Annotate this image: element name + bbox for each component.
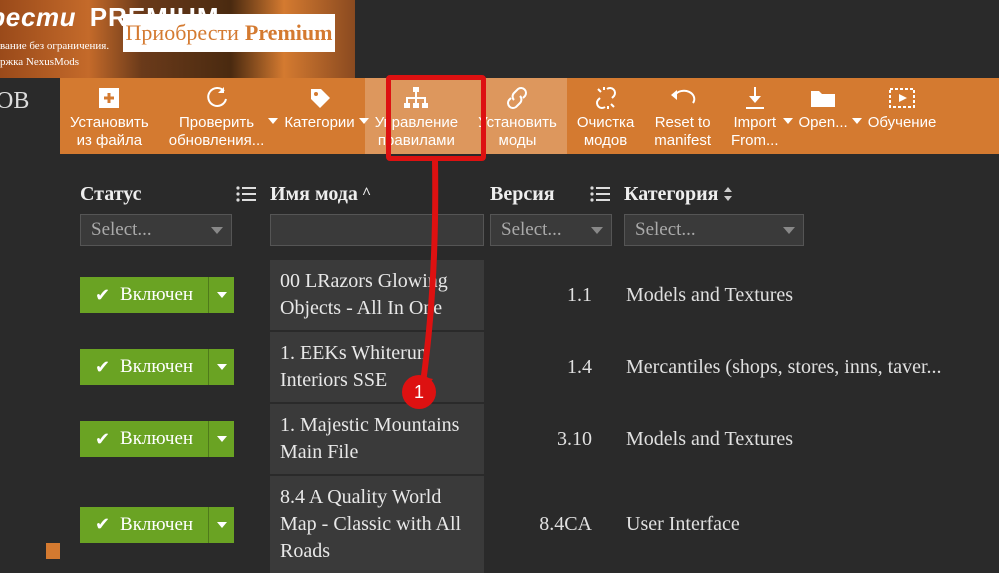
tag-icon bbox=[307, 84, 333, 112]
table-row: ✔Включен 00 LRazors Glowing Objects - All… bbox=[80, 260, 999, 330]
toolbar-reset-manifest[interactable]: Reset tomanifest bbox=[644, 78, 721, 154]
sidebar-fragment: ОВ bbox=[0, 78, 60, 138]
folder-icon bbox=[809, 84, 837, 112]
mod-version-cell: 1.4 bbox=[484, 356, 618, 379]
toolbar-install-file[interactable]: Установитьиз файла bbox=[60, 78, 159, 154]
toolbar-categories[interactable]: Категории bbox=[274, 78, 364, 154]
toolbar-check-updates[interactable]: Проверитьобновления... bbox=[159, 78, 275, 154]
mod-name-cell[interactable]: 8.4 A Quality World Map - Classic with A… bbox=[270, 476, 484, 573]
check-icon: ✔ bbox=[95, 514, 110, 535]
banner-subtitle-1: вание без ограничения. bbox=[0, 40, 109, 52]
sort-both-icon bbox=[722, 185, 734, 203]
video-icon bbox=[888, 84, 916, 112]
toolbar-tutorial[interactable]: Обучение bbox=[858, 78, 947, 154]
column-header-version[interactable]: Версия bbox=[490, 183, 624, 206]
download-icon bbox=[743, 84, 767, 112]
mod-category-cell: Models and Textures bbox=[618, 284, 999, 307]
mod-version-cell: 1.1 bbox=[484, 284, 618, 307]
toolbar-label: Категории bbox=[284, 114, 354, 132]
toolbar-install-mods[interactable]: Установитьмоды bbox=[468, 78, 567, 154]
status-toggle[interactable]: ✔Включен bbox=[80, 277, 234, 313]
toolbar-import-from[interactable]: ImportFrom... bbox=[721, 78, 789, 154]
table-row: ✔Включен 1. Majestic Mountains Main File3… bbox=[80, 404, 999, 474]
status-dropdown[interactable] bbox=[208, 349, 234, 385]
check-icon: ✔ bbox=[95, 285, 110, 306]
plus-icon bbox=[96, 84, 122, 112]
mod-name-cell[interactable]: 1. EEKs Whiterun Interiors SSE bbox=[270, 332, 484, 402]
status-dropdown[interactable] bbox=[208, 507, 234, 543]
status-filter-select[interactable]: Select... bbox=[80, 214, 232, 246]
toolbar-label: Управлениеправилами bbox=[375, 114, 458, 150]
mod-name-cell[interactable]: 00 LRazors Glowing Objects - All In One bbox=[270, 260, 484, 330]
check-icon: ✔ bbox=[95, 429, 110, 450]
banner-subtitle-2: ржка NexusMods bbox=[0, 56, 79, 68]
column-header-category[interactable]: Категория bbox=[624, 183, 999, 206]
mods-table: Статус Имя мода ^ Версия Категория Selec… bbox=[80, 176, 999, 559]
status-dropdown[interactable] bbox=[208, 277, 234, 313]
version-filter-select[interactable]: Select... bbox=[490, 214, 612, 246]
mod-version-cell: 8.4CA bbox=[484, 513, 618, 536]
column-header-status[interactable]: Статус bbox=[80, 183, 270, 206]
toolbar-label: Обучение bbox=[868, 114, 937, 132]
toolbar-open[interactable]: Open... bbox=[789, 78, 858, 154]
toolbar: Установитьиз файла Проверитьобновления...… bbox=[60, 78, 999, 154]
table-body: ✔Включен 00 LRazors Glowing Objects - All… bbox=[80, 260, 999, 573]
check-icon: ✔ bbox=[95, 357, 110, 378]
undo-icon bbox=[669, 84, 697, 112]
table-row: ✔Включен 8.4 A Quality World Map - Classi… bbox=[80, 476, 999, 573]
toolbar-label: Установитьмоды bbox=[478, 114, 557, 150]
toolbar-manage-rules[interactable]: Управлениеправилами bbox=[365, 78, 468, 154]
sort-ascending-icon: ^ bbox=[362, 185, 371, 203]
toolbar-label: Очисткамодов bbox=[577, 114, 634, 150]
toolbar-purge-mods[interactable]: Очисткамодов bbox=[567, 78, 644, 154]
mod-name-cell[interactable]: 1. Majestic Mountains Main File bbox=[270, 404, 484, 474]
toolbar-label: Проверитьобновления... bbox=[169, 114, 265, 150]
toolbar-label: Установитьиз файла bbox=[70, 114, 149, 150]
mod-category-cell: Models and Textures bbox=[618, 428, 999, 451]
mod-category-cell: User Interface bbox=[618, 513, 999, 536]
status-toggle[interactable]: ✔Включен bbox=[80, 421, 234, 457]
toolbar-label: Open... bbox=[799, 114, 848, 132]
column-header-name[interactable]: Имя мода ^ bbox=[270, 183, 490, 206]
table-filters: Select... Select... Select... bbox=[80, 214, 999, 250]
buy-premium-button[interactable]: ПриобрестиPremium bbox=[123, 14, 335, 52]
mod-version-cell: 3.10 bbox=[484, 428, 618, 451]
table-row: ✔Включен 1. EEKs Whiterun Interiors SSE1.… bbox=[80, 332, 999, 402]
status-dropdown[interactable] bbox=[208, 421, 234, 457]
hierarchy-icon bbox=[402, 84, 430, 112]
list-icon bbox=[590, 185, 612, 203]
refresh-icon bbox=[204, 84, 230, 112]
category-filter-select[interactable]: Select... bbox=[624, 214, 804, 246]
status-toggle[interactable]: ✔Включен bbox=[80, 349, 234, 385]
mod-category-cell: Mercantiles (shops, stores, inns, taver.… bbox=[618, 356, 999, 379]
table-headers: Статус Имя мода ^ Версия Категория bbox=[80, 176, 999, 212]
premium-banner: иобрести PREMIUM вание без ограничения. … bbox=[0, 0, 355, 78]
sidebar-accent bbox=[46, 543, 60, 559]
status-toggle[interactable]: ✔Включен bbox=[80, 507, 234, 543]
unlink-icon bbox=[592, 84, 620, 112]
list-icon bbox=[236, 185, 258, 203]
toolbar-label: ImportFrom... bbox=[731, 114, 779, 150]
toolbar-label: Reset tomanifest bbox=[654, 114, 711, 150]
name-filter-input[interactable] bbox=[270, 214, 484, 246]
link-icon bbox=[503, 84, 531, 112]
